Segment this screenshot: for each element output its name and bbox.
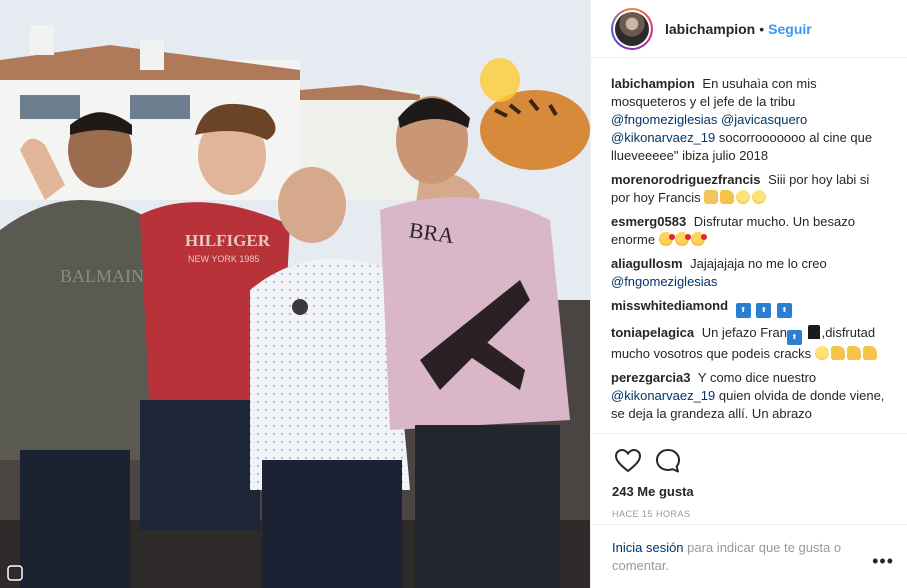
avatar-ring xyxy=(613,9,651,48)
avatar[interactable] xyxy=(611,7,653,50)
login-prompt: Inicia sesión para indicar que te gusta … xyxy=(612,539,862,575)
shirt-newyork: NEW YORK 1985 xyxy=(188,254,259,264)
heart-icon[interactable] xyxy=(613,446,643,476)
comment-username[interactable]: misswhitediamond xyxy=(611,298,728,313)
comment-username[interactable]: aliagullosm xyxy=(611,256,683,271)
comment-text: Jajajajaja no me lo creo xyxy=(690,256,827,271)
thumbs-up-emoji-icon xyxy=(720,190,735,204)
comment-username[interactable]: perezgarcia3 xyxy=(611,370,691,385)
action-icons xyxy=(591,434,907,480)
caption-mention[interactable]: @fngomeziglesias xyxy=(611,112,717,127)
header-separator: • xyxy=(759,20,765,37)
thumbs-up-emoji-icon xyxy=(846,346,861,360)
shirt-balmain: BALMAIN xyxy=(60,266,144,286)
post-photo[interactable]: BALMAIN HILFIGER NEW YORK 1985 BRA xyxy=(0,0,590,588)
follow-button[interactable]: Seguir xyxy=(768,21,812,37)
smile-emoji-icon xyxy=(752,190,767,204)
smile-emoji-icon xyxy=(814,346,829,360)
caption-mention[interactable]: @javicasquero xyxy=(721,112,807,127)
post-header: labichampion • Seguir xyxy=(591,0,907,58)
comment-item: toniapelagica Un jefazo Fran ⬆ ,disfrutad… xyxy=(611,324,890,363)
top-emoji-icon: ⬆ xyxy=(786,330,802,345)
comment-item: esmerg0583 Disfrutar mucho. Un besazo en… xyxy=(611,213,890,249)
caption-mention[interactable]: @kikonarvaez_19 xyxy=(611,130,715,145)
caption: labichampion En usuhaìa con mis mosquete… xyxy=(611,75,890,165)
comment-bubble-icon[interactable] xyxy=(653,446,683,476)
top-hat-emoji-icon xyxy=(807,325,820,339)
comment-mention[interactable]: @kikonarvaez_19 xyxy=(611,388,715,403)
kiss-emoji-icon xyxy=(674,232,691,246)
comment-username[interactable]: toniapelagica xyxy=(611,325,694,340)
comment-item: aliagullosm Jajajajaja no me lo creo @fn… xyxy=(611,255,890,291)
thumbs-up-emoji-icon xyxy=(830,346,845,360)
comment-item: perezgarcia3 Y como dice nuestro @kikona… xyxy=(611,369,890,423)
avatar-image xyxy=(615,11,649,46)
login-footer: Inicia sesión para indicar que te gusta … xyxy=(591,524,907,588)
comment-text: Un jefazo Fran xyxy=(701,325,787,340)
comment-item: morenorodriguezfrancis Siii por hoy labi… xyxy=(611,171,890,207)
header-username[interactable]: labichampion xyxy=(665,21,755,37)
likes-count[interactable]: 243 Me gusta xyxy=(591,484,907,499)
top-emoji-icon: ⬆ xyxy=(756,303,772,318)
comment-username[interactable]: esmerg0583 xyxy=(611,214,686,229)
photo-scene: BALMAIN HILFIGER NEW YORK 1985 BRA xyxy=(0,0,590,588)
post-timestamp: HACE 15 HORAS xyxy=(612,509,691,519)
comment-mention[interactable]: @fngomeziglesias xyxy=(611,274,717,289)
comment-text: Y como dice nuestro xyxy=(697,370,817,385)
top-emoji-icon: ⬆ xyxy=(776,303,792,318)
scream-emoji-icon xyxy=(704,190,719,204)
shirt-hilfiger: HILFIGER xyxy=(185,231,271,250)
post-sidebar: labichampion • Seguir labichampion En us… xyxy=(590,0,907,588)
more-options-icon[interactable]: ••• xyxy=(872,551,894,572)
comment-username[interactable]: morenorodriguezfrancis xyxy=(611,172,761,187)
login-link[interactable]: Inicia sesión xyxy=(612,540,684,555)
top-emoji-icon: ⬆ xyxy=(735,303,751,318)
comment-item: misswhitediamond ⬆ ⬆ ⬆ xyxy=(611,297,890,318)
kiss-emoji-icon xyxy=(690,232,707,246)
post-container: BALMAIN HILFIGER NEW YORK 1985 BRA labic… xyxy=(0,0,907,588)
comments-list[interactable]: labichampion En usuhaìa con mis mosquete… xyxy=(591,75,907,433)
caption-username[interactable]: labichampion xyxy=(611,76,695,91)
kiss-emoji-icon xyxy=(658,232,675,246)
thumbs-up-emoji-icon xyxy=(862,346,877,360)
smile-emoji-icon xyxy=(736,190,751,204)
